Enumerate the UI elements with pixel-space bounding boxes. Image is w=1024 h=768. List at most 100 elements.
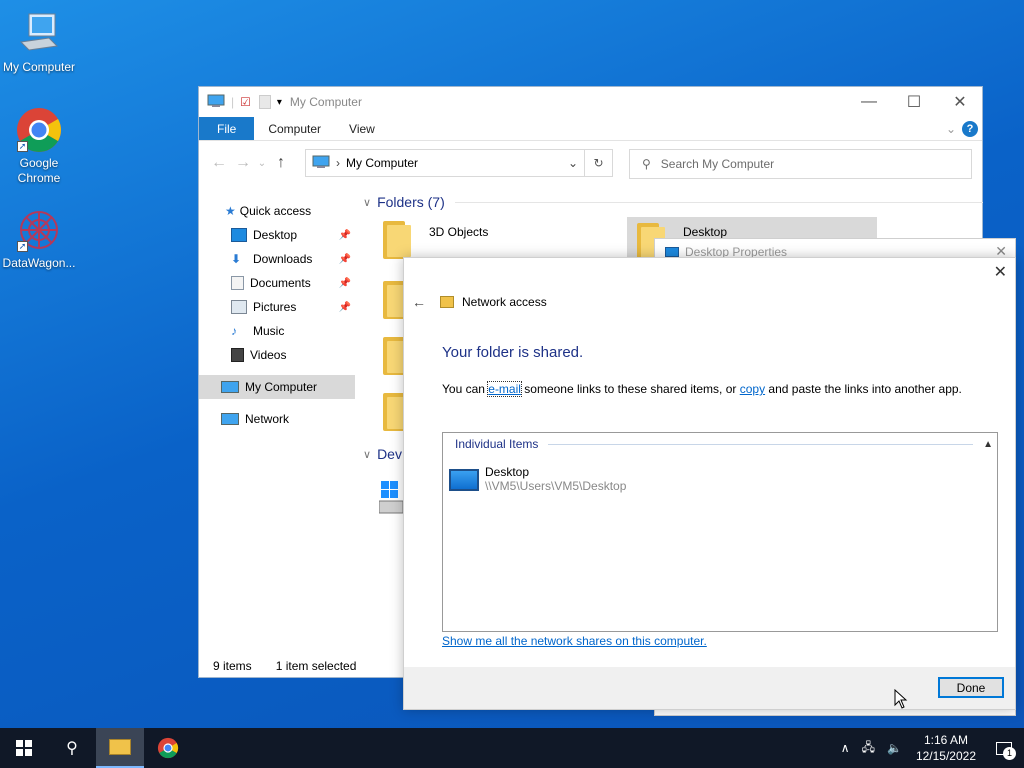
refresh-button[interactable]: ↻ bbox=[585, 149, 613, 177]
dialog-description: You can e-mail someone links to these sh… bbox=[442, 381, 962, 397]
nav-item-label: Videos bbox=[250, 348, 287, 362]
desktop-icon-my-computer[interactable]: My Computer bbox=[0, 10, 78, 75]
pin-icon: 📌 bbox=[338, 253, 351, 265]
desc-text: someone links to these shared items, or bbox=[520, 382, 740, 396]
recent-locations-icon[interactable]: ⌄ bbox=[255, 158, 269, 169]
window-title: My Computer bbox=[289, 95, 362, 109]
taskbar-file-explorer[interactable] bbox=[96, 728, 144, 768]
dialog-heading: Your folder is shared. bbox=[442, 344, 584, 361]
item-name: Desktop bbox=[485, 465, 530, 479]
items-header-label: Individual Items bbox=[455, 437, 539, 451]
tab-file[interactable]: File bbox=[199, 117, 255, 140]
network-access-dialog: ✕ ← Network access Your folder is shared… bbox=[403, 257, 1016, 710]
chevron-down-icon: ∨ bbox=[363, 196, 372, 209]
nav-item-videos[interactable]: Videos bbox=[199, 343, 355, 367]
email-link[interactable]: e-mail bbox=[487, 381, 522, 397]
videos-icon bbox=[231, 348, 244, 362]
status-bar: 9 items 1 item selected bbox=[213, 659, 356, 673]
breadcrumb[interactable]: My Computer bbox=[346, 156, 418, 170]
back-arrow-icon[interactable]: ← bbox=[412, 294, 426, 310]
start-button[interactable] bbox=[0, 728, 48, 768]
desktop-icon-datawagon[interactable]: ➚ DataWagon... bbox=[0, 206, 78, 271]
show-network-shares-link[interactable]: Show me all the network shares on this c… bbox=[442, 634, 707, 648]
address-row: ← → ⌄ ↑ › My Computer ⌄ ↻ ⚲ Search My Co… bbox=[199, 141, 982, 185]
pin-icon: 📌 bbox=[338, 229, 351, 241]
nav-item-label: Network bbox=[245, 412, 290, 426]
desktop-icon bbox=[231, 228, 247, 242]
maximize-button[interactable]: ☐ bbox=[891, 87, 937, 117]
tab-view[interactable]: View bbox=[335, 117, 389, 140]
windows-drive-icon[interactable] bbox=[378, 481, 404, 515]
items-group-header[interactable]: Individual Items ▲ bbox=[443, 433, 997, 455]
nav-item-music[interactable]: ♪ Music bbox=[199, 319, 355, 343]
item-path: \\VM5\Users\VM5\Desktop bbox=[485, 479, 627, 493]
search-button[interactable]: ⚲ bbox=[48, 728, 96, 768]
group-title: Dev bbox=[377, 446, 402, 462]
navigation-pane: ★ Quick access Desktop 📌 ⬇ Downloads 📌 D… bbox=[199, 199, 355, 639]
nav-item-network[interactable]: Network bbox=[199, 407, 355, 431]
download-icon: ⬇ bbox=[231, 252, 242, 266]
pin-icon: 📌 bbox=[338, 277, 351, 289]
copy-link[interactable]: copy bbox=[740, 382, 765, 396]
desktop-icon bbox=[665, 247, 679, 257]
address-dropdown-icon[interactable]: ⌄ bbox=[568, 156, 578, 170]
chrome-icon: ➚ bbox=[15, 106, 63, 154]
network-icon bbox=[221, 413, 239, 425]
volume-icon[interactable]: 🔈 bbox=[881, 741, 908, 755]
properties-icon[interactable]: ☑ bbox=[240, 95, 251, 109]
nav-item-label: Downloads bbox=[253, 252, 313, 266]
taskbar-chrome[interactable] bbox=[144, 728, 192, 768]
search-input[interactable]: ⚲ Search My Computer bbox=[629, 149, 972, 179]
forward-button[interactable]: → bbox=[231, 154, 255, 172]
list-item[interactable]: Desktop \\VM5\Users\VM5\Desktop bbox=[449, 465, 626, 493]
nav-item-pictures[interactable]: Pictures 📌 bbox=[199, 295, 355, 319]
show-hidden-icons-icon[interactable]: ∧ bbox=[835, 741, 856, 755]
title-bar: | ☑ ▾ My Computer — ☐ ✕ bbox=[199, 87, 982, 117]
folders-group-header[interactable]: ∨ Folders (7) bbox=[363, 189, 983, 215]
system-tray: ∧ 🖧 🔈 1:16 AM 12/15/2022 1 bbox=[835, 728, 1024, 768]
status-selected-count: 1 item selected bbox=[275, 659, 357, 673]
breadcrumb-separator-icon[interactable]: › bbox=[336, 156, 340, 170]
back-button[interactable]: ← bbox=[207, 154, 231, 172]
done-button[interactable]: Done bbox=[938, 677, 1004, 698]
network-icon[interactable]: 🖧 bbox=[856, 738, 881, 759]
desktop-icon-label: My Computer bbox=[2, 60, 76, 74]
shortcut-arrow-icon: ➚ bbox=[17, 141, 28, 152]
chrome-icon bbox=[157, 737, 179, 759]
clock[interactable]: 1:16 AM 12/15/2022 bbox=[908, 732, 984, 764]
computer-icon bbox=[221, 381, 239, 393]
nav-item-desktop[interactable]: Desktop 📌 bbox=[199, 223, 355, 247]
close-button[interactable]: ✕ bbox=[937, 87, 983, 117]
minimize-button[interactable]: — bbox=[846, 87, 892, 117]
desc-text: and paste the links into another app. bbox=[765, 382, 962, 396]
pictures-icon bbox=[231, 300, 247, 314]
folder-icon bbox=[383, 219, 419, 259]
desktop-icon-label: Google Chrome bbox=[17, 156, 61, 185]
tab-computer[interactable]: Computer bbox=[254, 117, 335, 140]
quick-access-dropdown-icon[interactable]: ▾ bbox=[277, 97, 282, 108]
pin-icon: 📌 bbox=[338, 301, 351, 313]
address-bar[interactable]: › My Computer ⌄ bbox=[305, 149, 585, 177]
ribbon-tabs: File Computer View ⌄ ? bbox=[199, 117, 982, 141]
dialog-header: ← Network access bbox=[412, 294, 547, 310]
up-button[interactable]: ↑ bbox=[269, 154, 293, 172]
computer-icon bbox=[15, 10, 63, 58]
chevron-up-icon[interactable]: ▲ bbox=[983, 439, 993, 450]
notification-center-icon[interactable]: 1 bbox=[984, 728, 1024, 768]
nav-item-quick-access[interactable]: ★ Quick access bbox=[199, 199, 355, 223]
close-button[interactable]: ✕ bbox=[994, 262, 1007, 282]
nav-item-downloads[interactable]: ⬇ Downloads 📌 bbox=[199, 247, 355, 271]
help-icon[interactable]: ? bbox=[962, 117, 982, 140]
search-icon: ⚲ bbox=[642, 157, 651, 171]
computer-icon bbox=[207, 94, 225, 111]
nav-item-my-computer[interactable]: My Computer bbox=[199, 375, 355, 399]
group-title: Folders (7) bbox=[377, 194, 445, 210]
nav-item-documents[interactable]: Documents 📌 bbox=[199, 271, 355, 295]
expand-ribbon-icon[interactable]: ⌄ bbox=[940, 117, 962, 140]
datawagon-icon: ➚ bbox=[15, 206, 63, 254]
nav-item-label: Quick access bbox=[239, 204, 312, 218]
clock-date: 12/15/2022 bbox=[915, 749, 976, 763]
new-folder-icon[interactable] bbox=[258, 95, 271, 109]
nav-item-label: Documents bbox=[250, 276, 311, 290]
desktop-icon-google-chrome[interactable]: ➚ Google Chrome bbox=[0, 106, 78, 186]
